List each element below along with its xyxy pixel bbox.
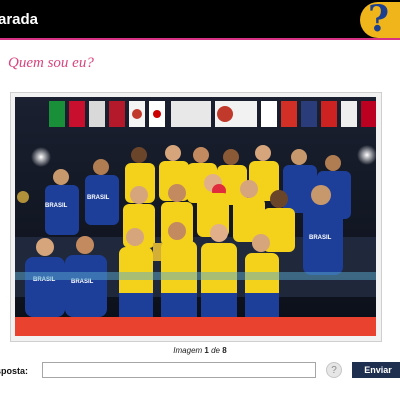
- caption-prefix: Imagem: [173, 346, 203, 355]
- team-photo: BRASIL BRASIL BRASIL BRASIL BRASIL: [15, 97, 376, 336]
- svg-text:BRASIL: BRASIL: [87, 195, 110, 201]
- caption-total: 8: [222, 346, 227, 355]
- jersey-text: BRASIL: [45, 203, 68, 209]
- help-circle-icon[interactable]: ?: [326, 362, 342, 378]
- answer-label: sposta:: [0, 366, 29, 376]
- image-counter: Imagem 1 de 8: [0, 346, 400, 355]
- top-bar: arada ?: [0, 0, 400, 40]
- question-mark-icon[interactable]: ?: [360, 2, 400, 38]
- submit-button[interactable]: Enviar: [352, 362, 400, 378]
- caption-separator: de: [211, 346, 221, 355]
- photo-frame: BRASIL BRASIL BRASIL BRASIL BRASIL: [10, 92, 382, 342]
- quiz-subtitle: Quem sou eu?: [8, 55, 94, 71]
- help-glyph: ?: [368, 2, 390, 38]
- answer-input[interactable]: [42, 362, 316, 378]
- caption-current: 1: [204, 346, 209, 355]
- svg-text:BRASIL: BRASIL: [309, 235, 332, 241]
- photo-illustration: BRASIL BRASIL BRASIL BRASIL BRASIL: [15, 97, 376, 336]
- page-title: arada: [0, 11, 39, 28]
